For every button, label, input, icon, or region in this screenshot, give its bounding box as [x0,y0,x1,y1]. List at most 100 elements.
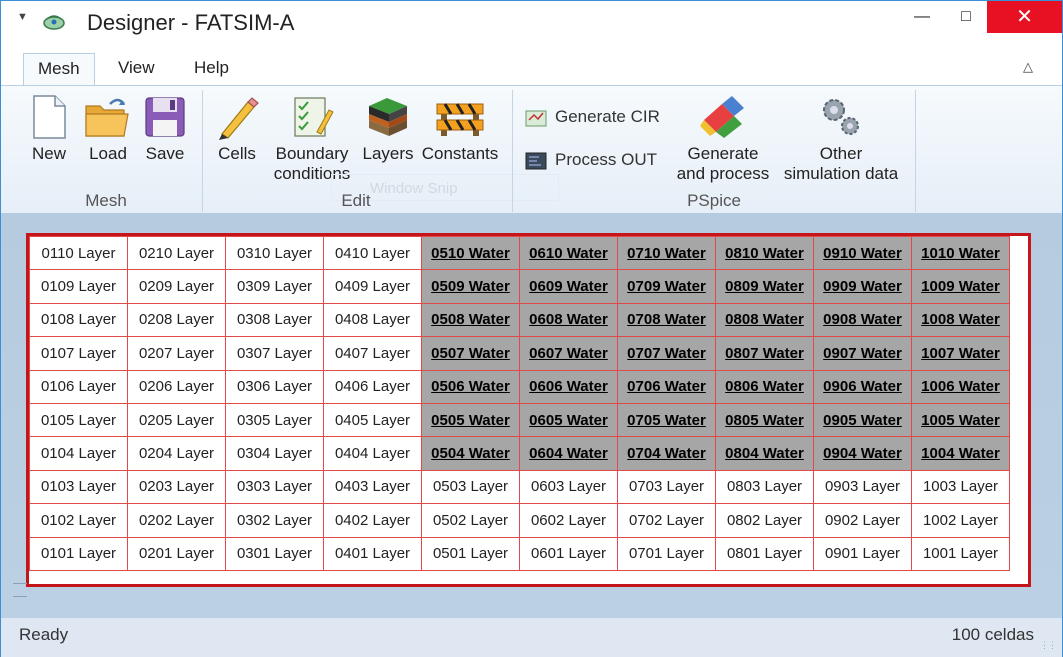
mesh-cell[interactable]: 0606 Water [519,369,618,404]
mesh-cell[interactable]: 0808 Water [715,302,814,338]
mesh-cell[interactable]: 0207 Layer [127,336,226,371]
mesh-cell[interactable]: 0803 Layer [715,469,814,505]
mesh-cell[interactable]: 0101 Layer [29,536,128,571]
mesh-cell[interactable]: 1003 Layer [911,469,1010,505]
boundary-conditions-button[interactable]: Boundary conditions [269,94,355,184]
mesh-cell[interactable]: 0201 Layer [127,536,226,571]
new-button[interactable]: New [27,94,71,164]
mesh-cell[interactable]: 0104 Layer [29,436,128,471]
mesh-cell[interactable]: 0108 Layer [29,302,128,338]
mesh-cell[interactable]: 0408 Layer [323,302,422,338]
mesh-cell[interactable]: 0105 Layer [29,402,128,438]
mesh-cell[interactable]: 0707 Water [617,336,716,371]
mesh-cell[interactable]: 0905 Water [813,402,912,438]
mesh-cell[interactable]: 0708 Water [617,302,716,338]
mesh-cell[interactable]: 0405 Layer [323,402,422,438]
close-button[interactable]: ✕ [987,1,1062,33]
mesh-cell[interactable]: 1008 Water [911,302,1010,338]
tab-mesh[interactable]: Mesh [23,53,95,85]
mesh-cell[interactable]: 0205 Layer [127,402,226,438]
minimize-button[interactable]: — [899,1,945,33]
constants-button[interactable]: Constants [419,94,501,164]
mesh-cell[interactable]: 0406 Layer [323,369,422,404]
mesh-cell[interactable]: 0907 Water [813,336,912,371]
save-button[interactable]: Save [141,94,189,164]
mesh-cell[interactable]: 0110 Layer [29,235,128,271]
mesh-cell[interactable]: 0404 Layer [323,436,422,471]
mesh-cell[interactable]: 0504 Water [421,436,520,471]
mesh-cell[interactable]: 0107 Layer [29,336,128,371]
mesh-cell[interactable]: 1001 Layer [911,536,1010,571]
mesh-cell[interactable]: 0806 Water [715,369,814,404]
mesh-cell[interactable]: 0610 Water [519,235,618,271]
mesh-cell[interactable]: 1009 Water [911,269,1010,304]
mesh-cell[interactable]: 0309 Layer [225,269,324,304]
mesh-cell[interactable]: 0303 Layer [225,469,324,505]
mesh-cell[interactable]: 0709 Water [617,269,716,304]
mesh-cell[interactable]: 0103 Layer [29,469,128,505]
mesh-cell[interactable]: 0710 Water [617,235,716,271]
mesh-cell[interactable]: 0305 Layer [225,402,324,438]
mesh-cell[interactable]: 0602 Layer [519,503,618,538]
mesh-cell[interactable]: 0702 Layer [617,503,716,538]
resize-grip-icon[interactable]: ⋮⋮ [1040,640,1057,651]
mesh-cell[interactable]: 0909 Water [813,269,912,304]
mesh-cell[interactable]: 0704 Water [617,436,716,471]
cells-button[interactable]: Cells [213,94,261,164]
mesh-cell[interactable]: 0910 Water [813,235,912,271]
mesh-cell[interactable]: 0206 Layer [127,369,226,404]
mesh-cell[interactable]: 0605 Water [519,402,618,438]
mesh-cell[interactable]: 0501 Layer [421,536,520,571]
mesh-cell[interactable]: 0503 Layer [421,469,520,505]
mesh-cell[interactable]: 0304 Layer [225,436,324,471]
process-out-button[interactable]: Process OUT [525,147,657,173]
mesh-cell[interactable]: 0505 Water [421,402,520,438]
mesh-cell[interactable]: 0805 Water [715,402,814,438]
mesh-cell[interactable]: 0203 Layer [127,469,226,505]
mesh-cell[interactable]: 0908 Water [813,302,912,338]
mesh-cell[interactable]: 1002 Layer [911,503,1010,538]
mesh-cell[interactable]: 0507 Water [421,336,520,371]
mesh-cell[interactable]: 0109 Layer [29,269,128,304]
mesh-cell[interactable]: 0301 Layer [225,536,324,571]
tab-view[interactable]: View [104,53,169,85]
maximize-button[interactable]: □ [943,1,989,33]
splitter-handle[interactable] [13,583,27,597]
mesh-cell[interactable]: 0804 Water [715,436,814,471]
mesh-cell[interactable]: 0310 Layer [225,235,324,271]
mesh-cell[interactable]: 0904 Water [813,436,912,471]
mesh-cell[interactable]: 0508 Water [421,302,520,338]
mesh-cell[interactable]: 0801 Layer [715,536,814,571]
mesh-cell[interactable]: 0608 Water [519,302,618,338]
mesh-cell[interactable]: 0706 Water [617,369,716,404]
mesh-cell[interactable]: 0409 Layer [323,269,422,304]
mesh-cell[interactable]: 1007 Water [911,336,1010,371]
mesh-cell[interactable]: 0307 Layer [225,336,324,371]
generate-cir-button[interactable]: Generate CIR [525,104,660,130]
mesh-cell[interactable]: 1006 Water [911,369,1010,404]
mesh-cell[interactable]: 1005 Water [911,402,1010,438]
mesh-cell[interactable]: 0106 Layer [29,369,128,404]
mesh-cell[interactable]: 0810 Water [715,235,814,271]
mesh-cell[interactable]: 0308 Layer [225,302,324,338]
mesh-cell[interactable]: 0903 Layer [813,469,912,505]
mesh-cell[interactable]: 0809 Water [715,269,814,304]
mesh-cell[interactable]: 0902 Layer [813,503,912,538]
mesh-cell[interactable]: 0102 Layer [29,503,128,538]
tab-help[interactable]: Help [180,53,243,85]
mesh-cell[interactable]: 0703 Layer [617,469,716,505]
mesh-cell[interactable]: 0509 Water [421,269,520,304]
mesh-cell[interactable]: 0802 Layer [715,503,814,538]
mesh-cell[interactable]: 0502 Layer [421,503,520,538]
mesh-cell[interactable]: 0302 Layer [225,503,324,538]
mesh-cell[interactable]: 1004 Water [911,436,1010,471]
mesh-cell[interactable]: 0603 Layer [519,469,618,505]
mesh-cell[interactable]: 0705 Water [617,402,716,438]
mesh-cell[interactable]: 0208 Layer [127,302,226,338]
mesh-cell[interactable]: 0403 Layer [323,469,422,505]
mesh-cell[interactable]: 0210 Layer [127,235,226,271]
mesh-cell[interactable]: 0807 Water [715,336,814,371]
layers-button[interactable]: Layers [361,94,415,164]
mesh-cell[interactable]: 0401 Layer [323,536,422,571]
collapse-ribbon-icon[interactable]: △ [1023,59,1033,75]
